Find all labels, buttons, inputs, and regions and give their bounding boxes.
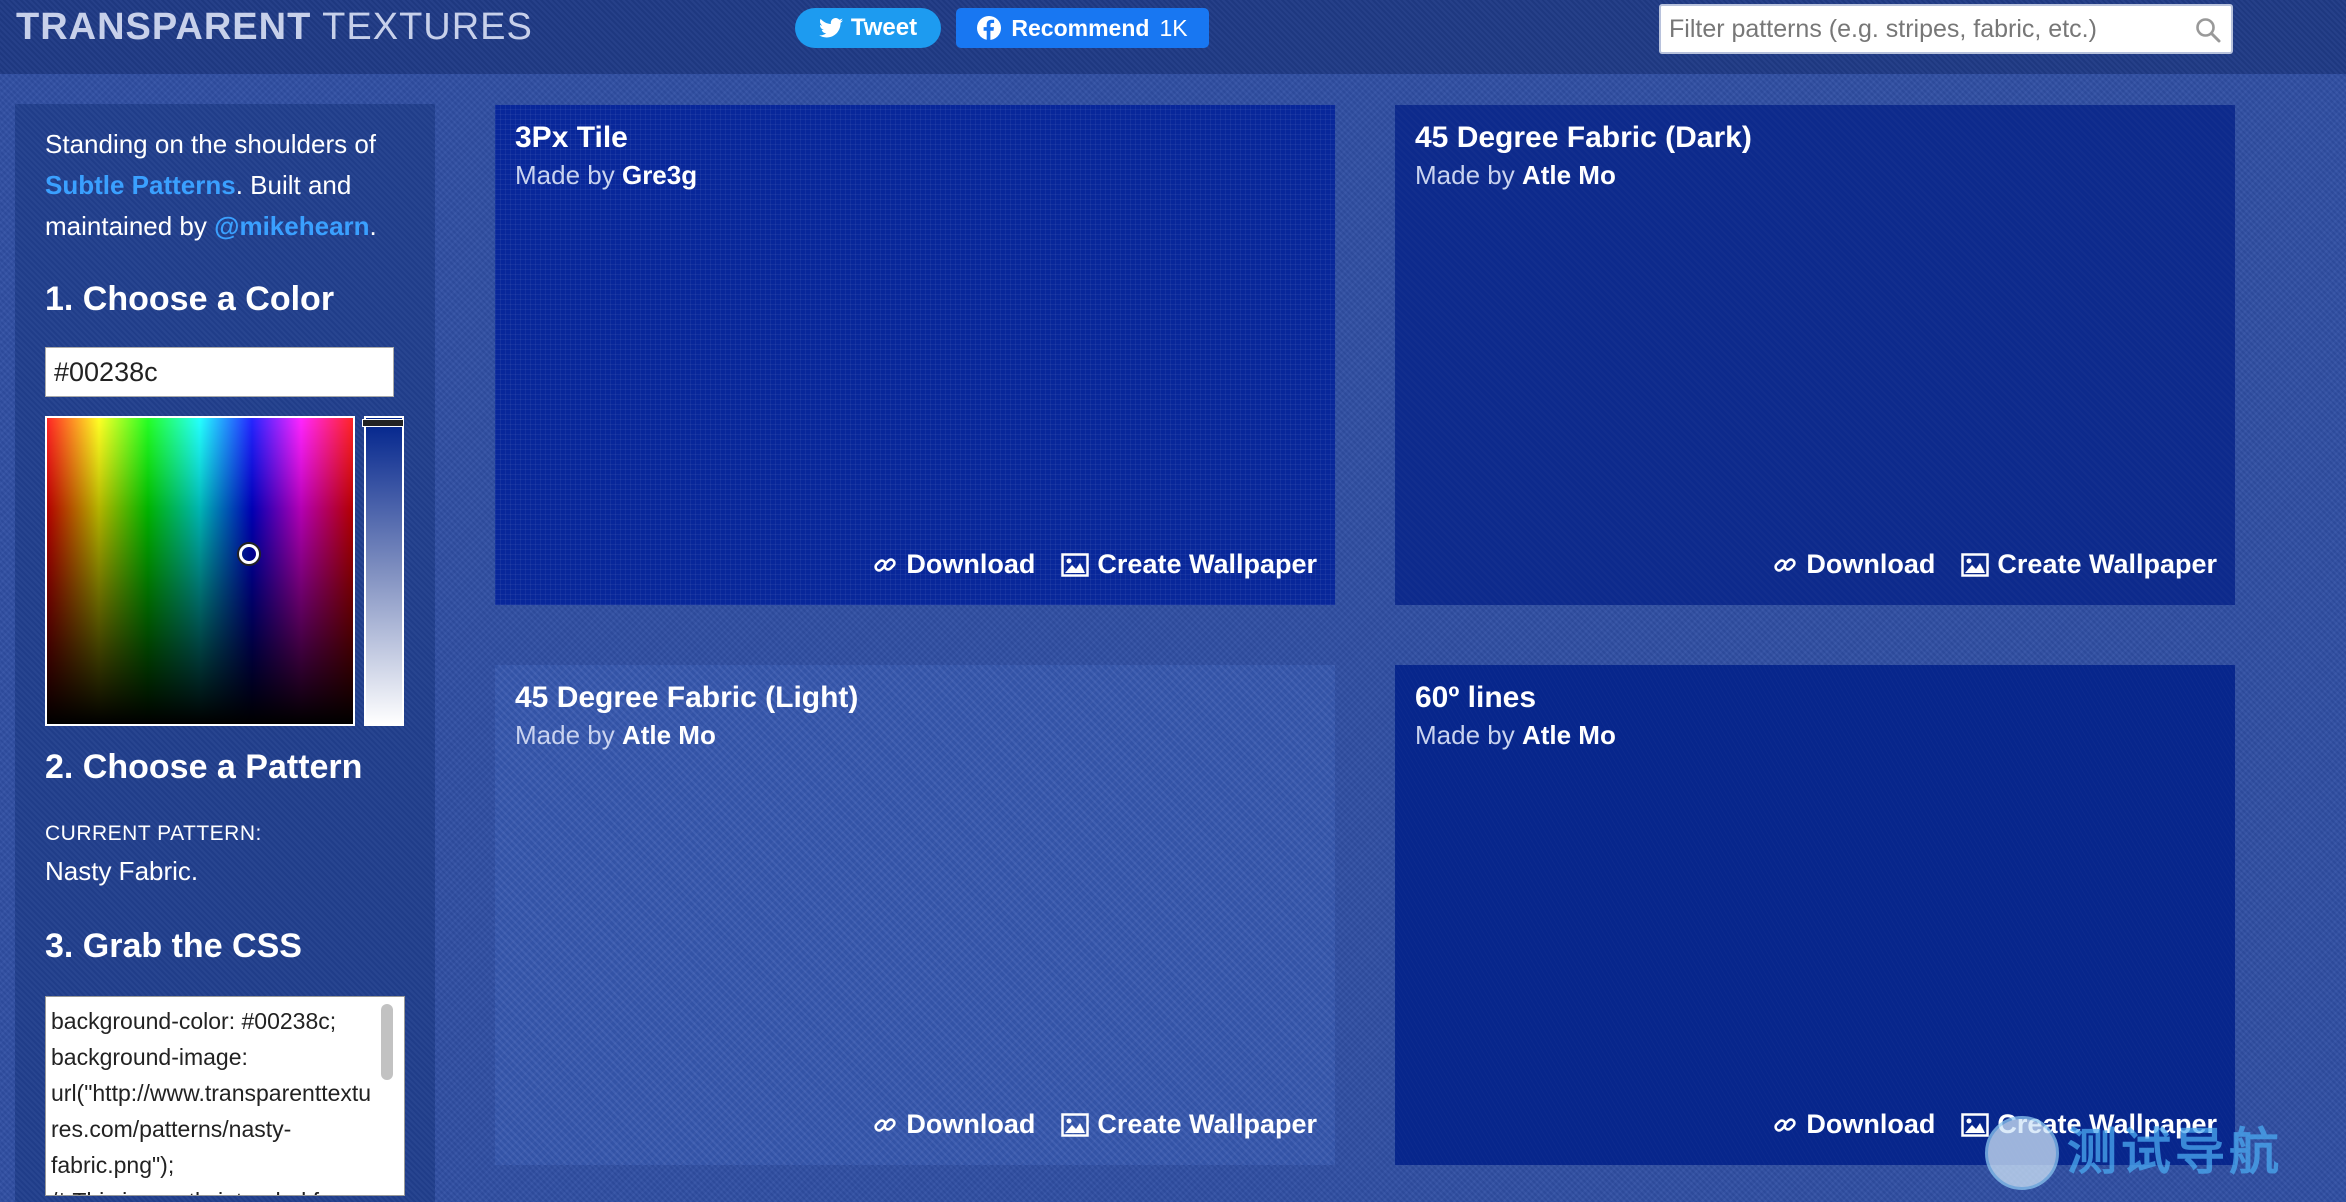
create-wallpaper-label: Create Wallpaper: [1097, 549, 1317, 579]
search-input[interactable]: [1661, 6, 2189, 52]
mikehearn-link[interactable]: @mikehearn: [214, 211, 369, 241]
pattern-card[interactable]: 45 Degree Fabric (Dark) Made by Atle Mo …: [1395, 105, 2235, 605]
image-icon: [1961, 552, 1990, 577]
pattern-title: 45 Degree Fabric (Dark): [1415, 121, 1752, 154]
pattern-title: 45 Degree Fabric (Light): [515, 681, 859, 714]
download-link[interactable]: Download: [1772, 1109, 1935, 1140]
pattern-title: 3Px Tile: [515, 121, 628, 154]
download-label: Download: [906, 1109, 1036, 1139]
made-by-label: Made by: [1415, 160, 1515, 190]
download-link[interactable]: Download: [872, 549, 1035, 580]
step3-heading: 3. Grab the CSS: [45, 927, 302, 965]
image-icon: [1061, 552, 1090, 577]
pattern-author: Made by Atle Mo: [1415, 160, 1616, 191]
download-link[interactable]: Download: [872, 1109, 1035, 1140]
download-label: Download: [1806, 549, 1936, 579]
pattern-author: Made by Atle Mo: [515, 720, 716, 751]
create-wallpaper-link[interactable]: Create Wallpaper: [1061, 1109, 1317, 1140]
download-label: Download: [906, 549, 1036, 579]
step2-heading: 2. Choose a Pattern: [45, 748, 363, 786]
lightness-slider[interactable]: [364, 416, 404, 726]
made-by-label: Made by: [515, 720, 615, 750]
intro-prefix: Standing on the shoulders of: [45, 129, 377, 159]
watermark: 测试导航: [1985, 1112, 2325, 1192]
link-icon: [874, 1117, 897, 1132]
top-header: TRANSPARENT TEXTURES Tweet Recommend 1K: [0, 0, 2346, 74]
author-name: Atle Mo: [621, 720, 716, 750]
color-hex-input[interactable]: [45, 347, 394, 397]
color-saturation-area[interactable]: [45, 416, 355, 726]
site-logo[interactable]: TRANSPARENT TEXTURES: [16, 6, 533, 49]
facebook-icon: [977, 16, 1002, 40]
pattern-card[interactable]: 3Px Tile Made by Gre3g Download Create W…: [495, 105, 1335, 605]
author-name: Gre3g: [621, 160, 698, 190]
pattern-actions: Download Create Wallpaper: [872, 1109, 1317, 1140]
search-box: [1659, 4, 2233, 54]
sidebar: Standing on the shoulders of Subtle Patt…: [15, 104, 435, 1202]
link-icon: [1774, 1117, 1797, 1132]
create-wallpaper-link[interactable]: Create Wallpaper: [1061, 549, 1317, 580]
step1-heading: 1. Choose a Color: [45, 280, 335, 318]
author-name: Atle Mo: [1521, 720, 1616, 750]
pattern-actions: Download Create Wallpaper: [1772, 549, 2217, 580]
color-picker[interactable]: [45, 416, 404, 726]
link-icon: [874, 557, 897, 572]
create-wallpaper-label: Create Wallpaper: [1997, 549, 2217, 579]
recommend-count: 1K: [1159, 14, 1188, 41]
pattern-card[interactable]: 45 Degree Fabric (Light) Made by Atle Mo…: [495, 665, 1335, 1165]
pattern-title: 60º lines: [1415, 681, 1537, 714]
color-area-overlay: [47, 418, 353, 724]
watermark-text: 测试导航: [2067, 1124, 2283, 1180]
intro-text: Standing on the shoulders of Subtle Patt…: [45, 124, 425, 247]
current-pattern-value: Nasty Fabric.: [45, 856, 199, 886]
author-name: Atle Mo: [1521, 160, 1616, 190]
css-textarea-scrollbar[interactable]: [381, 1004, 393, 1080]
color-picker-handle[interactable]: [239, 544, 259, 564]
recommend-label: Recommend: [1011, 14, 1150, 41]
made-by-label: Made by: [1415, 720, 1515, 750]
create-wallpaper-link[interactable]: Create Wallpaper: [1961, 549, 2217, 580]
css-output-textarea[interactable]: background-color: #00238c; background-im…: [45, 996, 405, 1196]
download-link[interactable]: Download: [1772, 549, 1935, 580]
logo-light-text: TEXTURES: [322, 6, 533, 48]
twitter-bird-icon: [818, 18, 843, 38]
current-pattern-label: CURRENT PATTERN:: [45, 822, 262, 845]
lightness-slider-handle[interactable]: [362, 419, 404, 427]
watermark-koala-icon: [1985, 1116, 2059, 1190]
link-icon: [1774, 557, 1797, 572]
pattern-actions: Download Create Wallpaper: [872, 549, 1317, 580]
pattern-author: Made by Atle Mo: [1415, 720, 1616, 751]
download-label: Download: [1806, 1109, 1936, 1139]
create-wallpaper-label: Create Wallpaper: [1097, 1109, 1317, 1139]
pattern-card[interactable]: 60º lines Made by Atle Mo Download Creat…: [1395, 665, 2235, 1165]
subtle-patterns-link[interactable]: Subtle Patterns: [45, 170, 236, 200]
intro-suffix: .: [369, 211, 377, 241]
image-icon: [1061, 1112, 1090, 1137]
facebook-recommend-button[interactable]: Recommend 1K: [956, 8, 1209, 48]
tweet-button[interactable]: Tweet: [795, 8, 941, 48]
tweet-label: Tweet: [850, 14, 918, 41]
pattern-author: Made by Gre3g: [515, 160, 697, 191]
logo-bold-text: TRANSPARENT: [16, 6, 312, 48]
made-by-label: Made by: [515, 160, 615, 190]
search-icon[interactable]: [2195, 17, 2221, 43]
